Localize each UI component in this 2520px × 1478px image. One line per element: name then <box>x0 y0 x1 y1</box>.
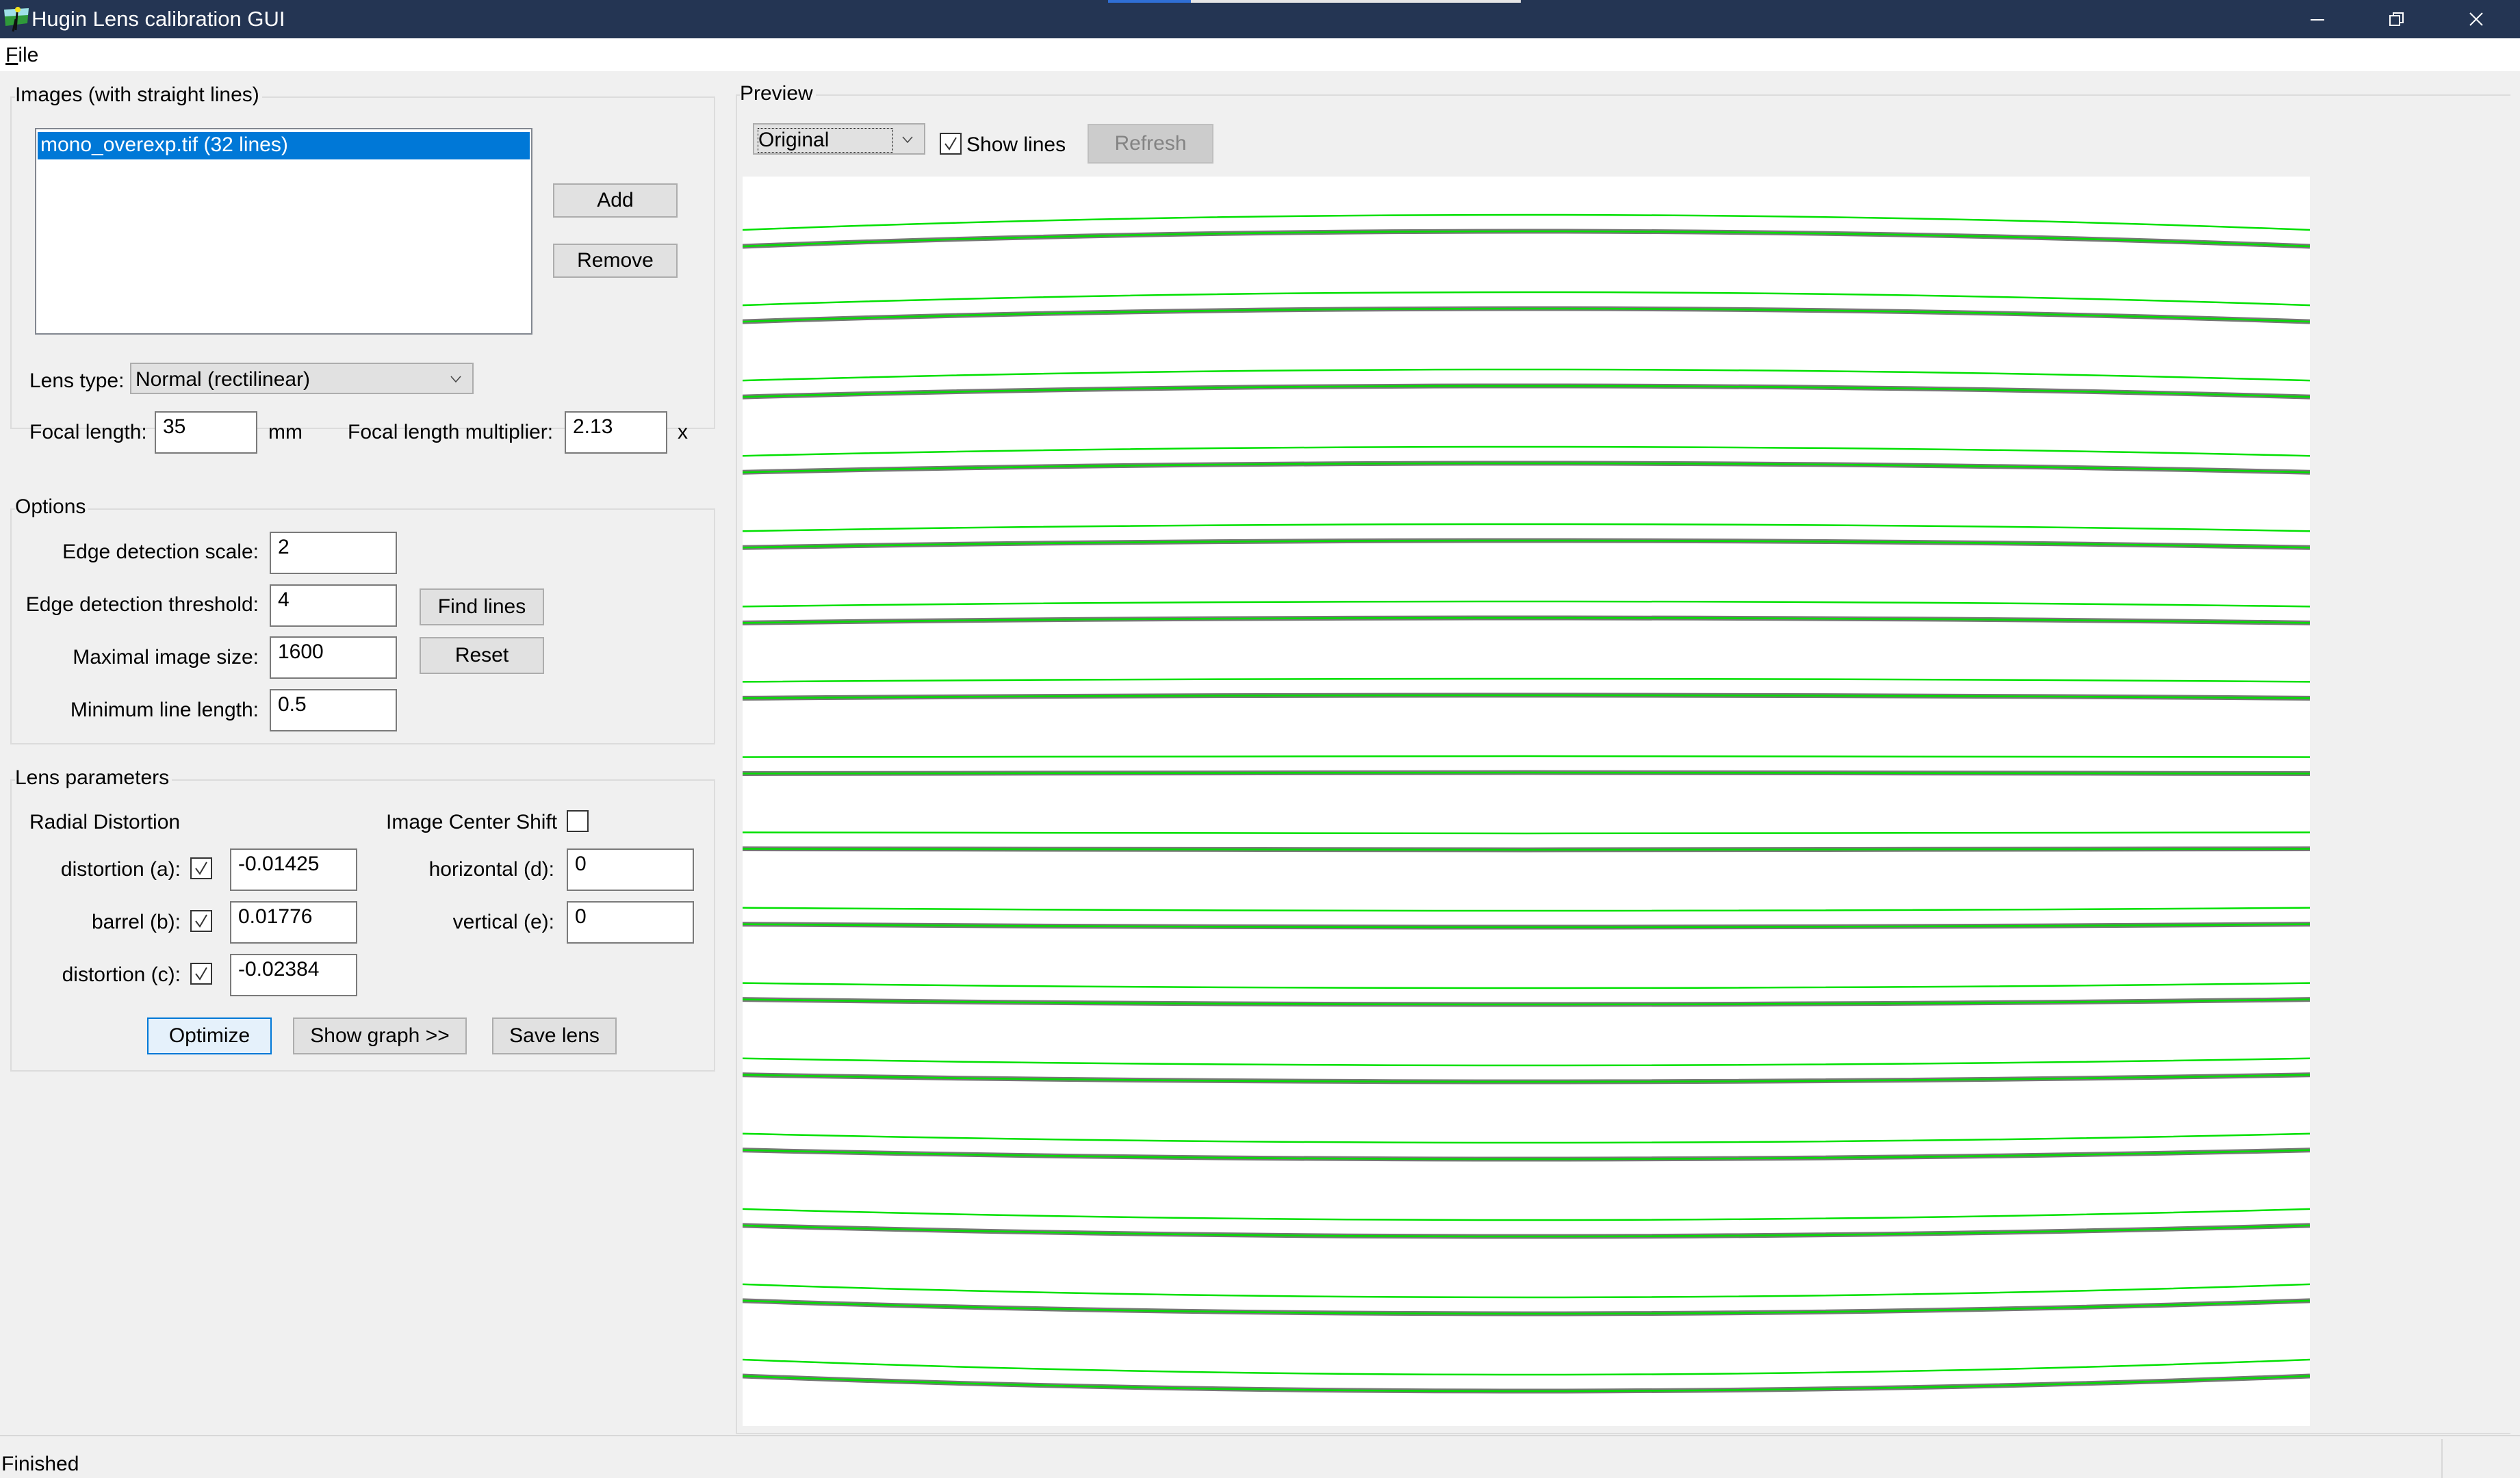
add-button[interactable]: Add <box>553 183 678 218</box>
progress-fill <box>1108 0 1191 3</box>
remove-button[interactable]: Remove <box>553 244 678 278</box>
images-group-label: Images (with straight lines) <box>15 83 262 107</box>
optimize-button[interactable]: Optimize <box>147 1017 272 1054</box>
restore-icon <box>2389 12 2404 26</box>
window-title: Hugin Lens calibration GUI <box>31 7 285 31</box>
max-image-size-label: Maximal image size: <box>73 646 259 669</box>
focal-length-input[interactable]: 35 <box>155 411 257 454</box>
show-graph-button[interactable]: Show graph >> <box>293 1017 467 1054</box>
reset-button[interactable]: Reset <box>420 637 544 674</box>
title-bar: Hugin Lens calibration GUI <box>0 0 2520 38</box>
vertical-e-input[interactable]: 0 <box>567 901 694 944</box>
checkmark-icon <box>944 137 957 151</box>
min-line-length-label: Minimum line length: <box>70 699 259 721</box>
edge-scale-label: Edge detection scale: <box>62 541 259 563</box>
multiplier-input[interactable]: 2.13 <box>565 411 667 454</box>
distortion-a-checkbox[interactable] <box>190 857 212 879</box>
focal-length-label: Focal length: <box>29 421 147 443</box>
menu-file-label: ile <box>18 44 39 66</box>
detected-line <box>743 291 2310 307</box>
edge-threshold-input[interactable]: 4 <box>270 584 397 627</box>
minimize-button[interactable] <box>2278 0 2357 38</box>
status-bar: Finished <box>0 1435 2520 1478</box>
save-lens-button[interactable]: Save lens <box>492 1017 617 1054</box>
close-button[interactable] <box>2437 0 2516 38</box>
detected-line <box>743 1057 2310 1067</box>
distortion-c-input[interactable]: -0.02384 <box>230 954 357 996</box>
distortion-c-checkbox[interactable] <box>190 963 212 985</box>
detected-line <box>743 1283 2310 1299</box>
checkmark-icon <box>195 861 207 875</box>
multiplier-label: Focal length multiplier: <box>348 421 554 443</box>
show-lines-label: Show lines <box>966 133 1066 156</box>
close-icon <box>2469 12 2483 26</box>
detected-line <box>743 600 2310 608</box>
radial-distortion-label: Radial Distortion <box>29 811 181 833</box>
lens-type-label: Lens type: <box>29 370 125 392</box>
horizontal-d-input[interactable]: 0 <box>567 848 694 891</box>
vertical-e-label: vertical (e): <box>452 911 554 933</box>
detected-line <box>743 368 2310 382</box>
distortion-a-input[interactable]: -0.01425 <box>230 848 357 891</box>
detected-line <box>743 907 2310 912</box>
preview-mode-value: Original <box>758 128 893 153</box>
barrel-b-label: barrel (b): <box>91 911 181 933</box>
chevron-down-icon <box>450 376 461 383</box>
lens-parameters-group-label: Lens parameters <box>15 766 172 790</box>
list-item[interactable]: mono_overexp.tif (32 lines) <box>38 132 530 159</box>
detected-line <box>743 445 2310 457</box>
preview-lines-overlay <box>743 213 2310 1394</box>
options-group-label: Options <box>15 495 89 519</box>
lens-type-value: Normal (rectilinear) <box>136 368 311 391</box>
refresh-button[interactable]: Refresh <box>1088 124 1213 164</box>
preview-group-label: Preview <box>740 82 816 105</box>
detected-line <box>743 1208 2310 1221</box>
max-image-size-input[interactable]: 1600 <box>270 636 397 679</box>
menu-file[interactable]: File <box>5 44 38 67</box>
detected-line <box>743 1132 2310 1144</box>
detected-line <box>743 755 2310 758</box>
status-bar-separator <box>2441 1439 2443 1478</box>
min-line-length-input[interactable]: 0.5 <box>270 689 397 731</box>
detected-line <box>743 1358 2310 1376</box>
find-lines-button[interactable]: Find lines <box>420 588 544 625</box>
barrel-b-input[interactable]: 0.01776 <box>230 901 357 944</box>
detected-line <box>743 213 2310 231</box>
horizontal-d-label: horizontal (d): <box>428 858 554 881</box>
preview-mode-select[interactable]: Original <box>753 123 925 155</box>
menu-file-mnemonic: F <box>5 44 18 66</box>
checkmark-icon <box>195 914 207 928</box>
title-progress-bar <box>1108 0 1521 3</box>
image-center-shift-label: Image Center Shift <box>386 811 558 833</box>
chevron-down-icon <box>902 136 913 144</box>
barrel-b-checkbox[interactable] <box>190 910 212 932</box>
edge-scale-input[interactable]: 2 <box>270 532 397 574</box>
distortion-c-label: distortion (c): <box>62 963 181 986</box>
image-center-shift-checkbox[interactable] <box>567 810 589 832</box>
detected-line <box>743 677 2310 683</box>
multiplier-unit: x <box>678 421 688 443</box>
lens-type-select[interactable]: Normal (rectilinear) <box>130 363 474 394</box>
focal-length-unit: mm <box>268 421 303 443</box>
detected-line <box>743 982 2310 989</box>
detected-line <box>743 523 2310 532</box>
show-lines-checkbox[interactable] <box>940 133 962 155</box>
checkmark-icon <box>195 967 207 981</box>
restore-button[interactable] <box>2357 0 2437 38</box>
images-listbox[interactable]: mono_overexp.tif (32 lines) <box>35 128 532 335</box>
status-text: Finished <box>1 1453 79 1475</box>
preview-image <box>743 177 2310 1426</box>
detected-line <box>743 848 2310 851</box>
edge-threshold-label: Edge detection threshold: <box>25 593 259 616</box>
minimize-icon <box>2311 19 2324 21</box>
hugin-app-icon <box>4 7 29 32</box>
menu-bar: File <box>0 38 2520 71</box>
distortion-a-label: distortion (a): <box>60 858 181 881</box>
